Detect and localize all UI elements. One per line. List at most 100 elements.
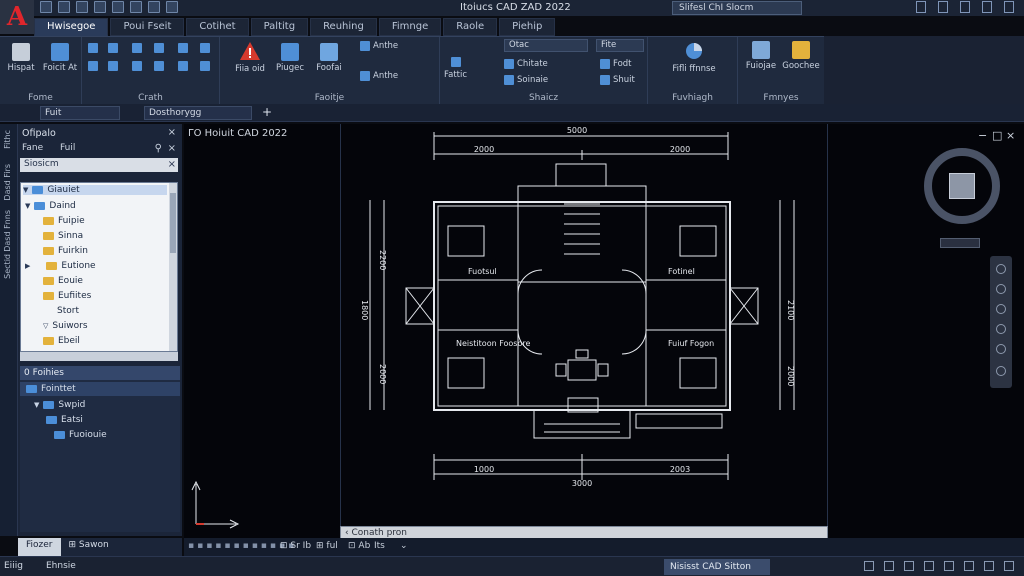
chevron-down-icon[interactable]: ⌄: [400, 541, 408, 551]
tree-node[interactable]: ▼ Giauiet: [23, 185, 167, 195]
new-tab-plus-icon[interactable]: +: [262, 105, 272, 119]
save-as-icon[interactable]: [94, 1, 106, 13]
array-tool[interactable]: [154, 61, 164, 71]
tree-horizontal-scrollbar[interactable]: [20, 352, 178, 361]
strip-tab-2[interactable]: Dasd Firs: [3, 164, 12, 201]
tree-scrollbar[interactable]: [169, 183, 177, 351]
text-tool[interactable]: [88, 61, 98, 71]
tab-folders[interactable]: Fiozer: [18, 538, 61, 556]
filter-value[interactable]: Fuil: [60, 143, 75, 153]
strip-tab-3[interactable]: Dasd Fnns: [3, 210, 12, 252]
file-tab-drawing[interactable]: Dosthorygg: [144, 106, 252, 120]
maximize-icon[interactable]: [982, 1, 992, 13]
zoom-icon[interactable]: [996, 284, 1006, 294]
offset-tool[interactable]: [178, 61, 188, 71]
tab-manage[interactable]: Fimnge: [378, 18, 442, 36]
tree-node[interactable]: ▶ Eutione: [25, 261, 96, 271]
font-tool[interactable]: Fodt: [600, 59, 632, 69]
group-button[interactable]: Goochee: [780, 41, 822, 71]
tree-node[interactable]: Eufiites: [43, 291, 91, 301]
polyline-button[interactable]: Foicit At: [40, 43, 80, 73]
save-icon[interactable]: [76, 1, 88, 13]
tab-home[interactable]: Hwisegoe: [34, 18, 109, 36]
app-menu-button[interactable]: A: [0, 0, 34, 34]
tree-node[interactable]: Fuirkin: [43, 246, 88, 256]
tree-node[interactable]: Fuipie: [43, 216, 85, 226]
tree-node[interactable]: Eouie: [43, 276, 83, 286]
move-tool[interactable]: [88, 43, 98, 53]
close-icon[interactable]: ×: [168, 127, 176, 138]
list-item[interactable]: Fointtet: [20, 382, 180, 396]
tab-search[interactable]: ⊞ Sawon: [61, 538, 117, 556]
status-left-2[interactable]: Ehnsie: [46, 561, 76, 571]
showmotion-icon[interactable]: [996, 324, 1006, 334]
share-icon[interactable]: [166, 1, 178, 13]
tab-insert[interactable]: Poui Fseit: [110, 18, 185, 36]
redo-icon[interactable]: [148, 1, 160, 13]
layout-tab-3[interactable]: ⊡ Ab: [348, 541, 370, 551]
list-item[interactable]: Fuoiouie: [20, 428, 180, 442]
polar-icon[interactable]: [924, 561, 934, 571]
scale-tool[interactable]: [132, 61, 142, 71]
copy-tool[interactable]: [108, 43, 118, 53]
fillet-tool[interactable]: [200, 43, 210, 53]
explode-tool[interactable]: [200, 61, 210, 71]
navbar-menu-icon[interactable]: [996, 366, 1006, 376]
chart-button[interactable]: Fifli ffnnse: [654, 41, 734, 74]
undo-icon[interactable]: [130, 1, 142, 13]
list-item[interactable]: Eatsi: [20, 413, 180, 427]
help-icon[interactable]: [938, 1, 948, 13]
user-icon[interactable]: [916, 1, 926, 13]
attribute-tool[interactable]: Anthe: [360, 41, 398, 51]
minimize-icon[interactable]: [960, 1, 970, 13]
isolate-tool[interactable]: Soinaie: [504, 75, 548, 85]
tab-annotate[interactable]: Cotihet: [186, 18, 249, 36]
stretch-tool[interactable]: [132, 43, 142, 53]
menu-icon[interactable]: [1004, 561, 1014, 571]
osnap-icon[interactable]: [944, 561, 954, 571]
open-icon[interactable]: [58, 1, 70, 13]
print-icon[interactable]: [112, 1, 124, 13]
shift-tool[interactable]: Shuit: [600, 75, 635, 85]
workspace-switcher[interactable]: Nisisst CAD Sitton: [664, 559, 770, 575]
drawing-canvas[interactable]: ΓΟ Hoiuit CAD 2022 − □ × 5000 2000 2000 …: [184, 124, 1024, 540]
trim-tool[interactable]: [108, 61, 118, 71]
line-button[interactable]: Hispat: [4, 43, 38, 73]
format-button[interactable]: Foofai: [312, 43, 346, 73]
linetype-dropdown[interactable]: Fite: [596, 39, 644, 52]
measure-button[interactable]: Fuiojae: [742, 41, 780, 71]
tab-addins[interactable]: Piehip: [499, 18, 556, 36]
layout-tab-4[interactable]: Its: [374, 541, 385, 551]
status-left-1[interactable]: Eiiig: [4, 561, 23, 571]
layout-tab-1[interactable]: ⊡ Sr Ib: [280, 541, 311, 551]
table-tool[interactable]: Fattic: [444, 57, 467, 80]
viewcube-face[interactable]: [949, 173, 975, 199]
snap-icon[interactable]: [864, 561, 874, 571]
rotate-tool[interactable]: [154, 43, 164, 53]
match-tool[interactable]: Chitate: [504, 59, 548, 69]
search-clear-icon[interactable]: ×: [168, 159, 176, 170]
tab-parametric[interactable]: Paltitg: [250, 18, 309, 36]
layer-dropdown[interactable]: Otac: [504, 39, 588, 52]
tree-node[interactable]: ▽ Suiwors: [43, 321, 88, 331]
steering-wheel-icon[interactable]: [996, 344, 1006, 354]
annotation-icon[interactable]: [964, 561, 974, 571]
strip-tab-1[interactable]: Fithc: [3, 130, 12, 149]
close-small-icon[interactable]: ×: [168, 143, 176, 154]
pin-icon[interactable]: ⚲: [155, 143, 162, 154]
tree-node[interactable]: Sinna: [43, 231, 83, 241]
pan-icon[interactable]: [996, 264, 1006, 274]
new-icon[interactable]: [40, 1, 52, 13]
close-icon[interactable]: [1004, 1, 1014, 13]
tree-node[interactable]: ▼ Daind: [25, 201, 76, 211]
attribute2-tool[interactable]: Anthe: [360, 71, 398, 81]
tree-node[interactable]: Stort: [57, 306, 79, 316]
strip-tab-4[interactable]: Sectid: [3, 254, 12, 279]
search-input[interactable]: Slifesl ChI Slocm: [672, 1, 802, 15]
panel-search-input[interactable]: Siosicm: [20, 158, 178, 172]
orbit-icon[interactable]: [996, 304, 1006, 314]
settings-icon[interactable]: [984, 561, 994, 571]
tab-view[interactable]: Reuhing: [310, 18, 377, 36]
list-item[interactable]: ▼ Swpid: [20, 398, 180, 412]
grid-icon[interactable]: [884, 561, 894, 571]
